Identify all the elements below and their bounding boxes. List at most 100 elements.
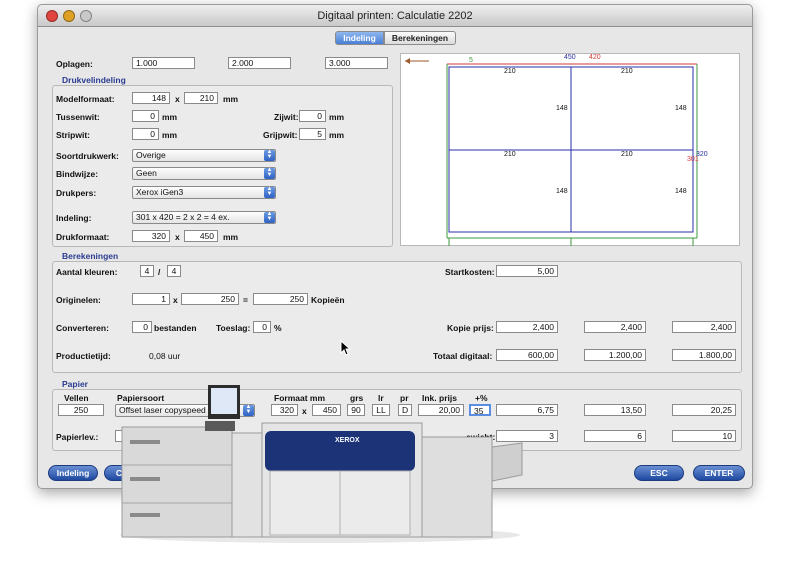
printer-brand-label: XEROX bbox=[335, 437, 360, 444]
indeling-select[interactable]: 301 x 420 = 2 x 2 = 4 ex. ▲ ▼ bbox=[132, 211, 276, 224]
stripwit-label: Stripwit: bbox=[56, 130, 90, 140]
keyboard-tray bbox=[205, 421, 235, 431]
title-bar: Digitaal printen: Calculatie 2202 bbox=[38, 5, 752, 27]
grijpwit-label: Grijpwit: bbox=[263, 130, 298, 140]
soortdrukwerk-select[interactable]: Overige ▲ ▼ bbox=[132, 149, 276, 162]
cell-3-width-label: 210 bbox=[504, 151, 516, 158]
xerox-printer-illustration bbox=[120, 385, 523, 543]
kleuren-label: Aantal kleuren: bbox=[56, 267, 118, 277]
kopieprijs-2-field[interactable]: 2,400 bbox=[584, 321, 646, 333]
output-tray bbox=[491, 442, 523, 482]
bestanden-label: bestanden bbox=[154, 323, 197, 333]
originelen-field[interactable]: 1 bbox=[132, 293, 170, 305]
vellen-field[interactable]: 250 bbox=[58, 404, 104, 416]
oplage-1-field[interactable]: 1.000 bbox=[132, 57, 195, 69]
sheet-layout-preview: 5 450 420 210 210 148 148 210 210 148 14… bbox=[400, 53, 740, 246]
totaal-digitaal-label: Totaal digitaal: bbox=[433, 351, 493, 361]
modelformaat-label: Modelformaat: bbox=[56, 94, 115, 104]
select-arrows-icon: ▲ ▼ bbox=[264, 211, 275, 223]
drukformaat-height-field[interactable]: 450 bbox=[184, 230, 218, 242]
modelformaat-unit: mm bbox=[223, 94, 239, 104]
zijwit-field[interactable]: 0 bbox=[299, 110, 326, 122]
originelen-equals: = bbox=[243, 295, 248, 305]
kopieen-label: Kopieën bbox=[311, 295, 345, 305]
toeslag-label: Toeslag: bbox=[216, 323, 251, 333]
modelformaat-width-field[interactable]: 148 bbox=[132, 92, 170, 104]
kleuren-back-field[interactable]: 4 bbox=[167, 265, 181, 277]
startkosten-label: Startkosten: bbox=[445, 267, 495, 277]
exemplaren-field[interactable]: 250 bbox=[181, 293, 239, 305]
toeslag-field[interactable]: 0 bbox=[253, 321, 271, 333]
kopieprijs-1-field[interactable]: 2,400 bbox=[496, 321, 558, 333]
tab-berekeningen[interactable]: Berekeningen bbox=[384, 31, 456, 45]
productietijd-value: 0,08 uur bbox=[149, 351, 181, 361]
gewicht-3-field: 10 bbox=[672, 430, 736, 442]
select-arrows-icon: ▲ ▼ bbox=[264, 186, 275, 198]
cell-1-width-label: 210 bbox=[504, 68, 516, 75]
arrow-head-icon bbox=[405, 58, 410, 64]
stripwit-field[interactable]: 0 bbox=[132, 128, 159, 140]
preview-margin-label: 5 bbox=[469, 57, 473, 64]
select-arrows-icon: ▲ ▼ bbox=[264, 167, 275, 179]
productietijd-label: Productietijd: bbox=[56, 351, 111, 361]
esc-button[interactable]: ESC bbox=[634, 465, 684, 481]
kopieen-total-field: 250 bbox=[253, 293, 308, 305]
modelformaat-height-field[interactable]: 210 bbox=[184, 92, 218, 104]
grijpwit-unit: mm bbox=[329, 130, 345, 140]
oplage-3-field[interactable]: 3.000 bbox=[325, 57, 388, 69]
originelen-x: x bbox=[173, 295, 178, 305]
bindwijze-select[interactable]: Geen ▲ ▼ bbox=[132, 167, 276, 180]
tussenwit-unit: mm bbox=[162, 112, 178, 122]
toeslag-percent: % bbox=[274, 323, 282, 333]
indeling-button[interactable]: Indeling bbox=[48, 465, 98, 481]
drukformaat-width-field[interactable]: 320 bbox=[132, 230, 170, 242]
soortdrukwerk-value: Overige bbox=[136, 150, 166, 160]
kopieprijs-3-field[interactable]: 2,400 bbox=[672, 321, 736, 333]
drukformaat-label: Drukformaat: bbox=[56, 232, 110, 242]
zijwit-unit: mm bbox=[329, 112, 345, 122]
drukformaat-unit: mm bbox=[223, 232, 239, 242]
enter-button[interactable]: ENTER bbox=[693, 465, 745, 481]
monitor-screen bbox=[211, 388, 237, 414]
drawer-handle-2 bbox=[130, 477, 160, 481]
cell-1-height-label: 148 bbox=[556, 105, 568, 112]
soortdrukwerk-label: Soortdrukwerk: bbox=[56, 151, 119, 161]
indeling-value: 301 x 420 = 2 x 2 = 4 ex. bbox=[136, 212, 230, 222]
cell-2-width-label: 210 bbox=[621, 68, 633, 75]
bindwijze-label: Bindwijze: bbox=[56, 169, 99, 179]
drukformaat-x: x bbox=[175, 232, 180, 242]
grijpwit-field[interactable]: 5 bbox=[299, 128, 326, 140]
papier-prijs-3-field: 20,25 bbox=[672, 404, 736, 416]
preview-total-width-label: 450 bbox=[564, 54, 576, 61]
zijwit-label: Zijwit: bbox=[274, 112, 299, 122]
kopieprijs-label: Kopie prijs: bbox=[447, 323, 494, 333]
modelformaat-x: x bbox=[175, 94, 180, 104]
finisher-unit bbox=[421, 436, 493, 538]
vellen-header: Vellen bbox=[64, 393, 89, 403]
berekeningen-title: Berekeningen bbox=[62, 251, 119, 261]
originelen-label: Originelen: bbox=[56, 295, 101, 305]
papier-prijs-2-field: 13,50 bbox=[584, 404, 646, 416]
drukpers-select[interactable]: Xerox iGen3 ▲ ▼ bbox=[132, 186, 276, 199]
oplage-2-field[interactable]: 2.000 bbox=[228, 57, 291, 69]
drukpers-value: Xerox iGen3 bbox=[136, 187, 184, 197]
preview-used-height-label: 301 bbox=[687, 156, 699, 163]
select-arrows-icon: ▲ ▼ bbox=[264, 149, 275, 161]
tab-indeling[interactable]: Indeling bbox=[335, 31, 384, 45]
papier-title: Papier bbox=[62, 379, 88, 389]
gewicht-2-field: 6 bbox=[584, 430, 646, 442]
kleuren-front-field[interactable]: 4 bbox=[140, 265, 154, 277]
cell-3-height-label: 148 bbox=[556, 188, 568, 195]
tussenwit-field[interactable]: 0 bbox=[132, 110, 159, 122]
startkosten-field[interactable]: 5,00 bbox=[496, 265, 558, 277]
tussenwit-label: Tussenwit: bbox=[56, 112, 100, 122]
converteren-field[interactable]: 0 bbox=[132, 321, 152, 333]
drawer-handle-1 bbox=[130, 440, 160, 444]
preview-used-width-label: 420 bbox=[589, 54, 601, 61]
kleuren-separator: / bbox=[158, 267, 161, 277]
stripwit-unit: mm bbox=[162, 130, 178, 140]
printer-image: XEROX bbox=[120, 385, 525, 545]
drawer-handle-3 bbox=[130, 513, 160, 517]
window-title: Digitaal printen: Calculatie 2202 bbox=[317, 10, 473, 22]
bindwijze-value: Geen bbox=[136, 168, 157, 178]
